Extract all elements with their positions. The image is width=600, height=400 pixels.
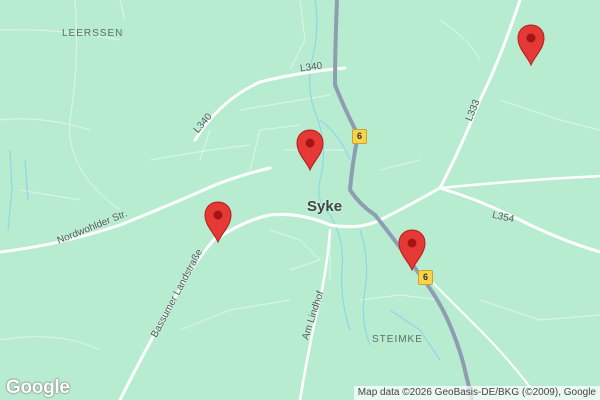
google-logo: Google [6, 377, 70, 398]
place-label-steimke: STEIMKE [372, 334, 423, 345]
route-6-shield-south: 6 [418, 270, 433, 285]
map-canvas[interactable] [0, 0, 600, 400]
place-label-leerssen: LEERSSEN [62, 28, 124, 39]
map-attribution[interactable]: Map data ©2026 GeoBasis-DE/BKG (©2009), … [353, 386, 600, 400]
city-label-syke: Syke [307, 198, 343, 215]
route-6-shield-north: 6 [352, 129, 367, 144]
